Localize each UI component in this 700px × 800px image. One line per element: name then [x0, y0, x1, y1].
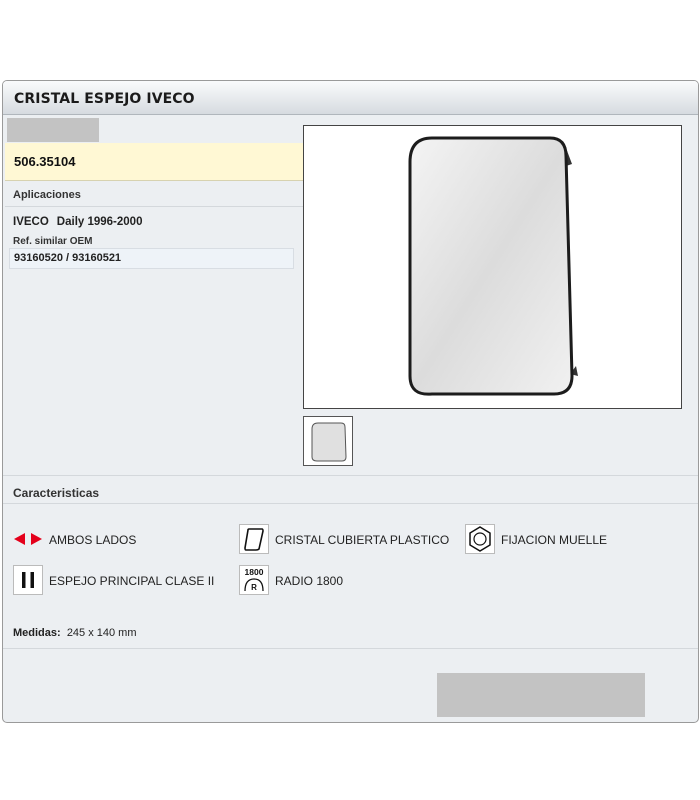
oem-label: Ref. similar OEM [13, 236, 93, 247]
page-title: CRISTAL ESPEJO IVECO [14, 91, 195, 107]
reference-code: 506.35104 [14, 154, 76, 169]
hex-spring-fixing-icon [465, 524, 495, 554]
arrows-both-sides-icon [13, 524, 43, 554]
bottom-gray-placeholder[interactable] [437, 673, 645, 717]
product-panel: CRISTAL ESPEJO IVECO 506.35104 Aplicacio… [2, 80, 699, 723]
mirror-glass-image [408, 136, 578, 396]
measures-label: Medidas: [13, 627, 61, 639]
features-heading: Caracteristicas [13, 486, 100, 500]
title-bar: CRISTAL ESPEJO IVECO [3, 81, 698, 115]
reference-bar: 506.35104 [5, 143, 303, 181]
thumbnail-image [311, 422, 347, 462]
divider [3, 503, 698, 504]
divider [5, 206, 303, 207]
divider [3, 475, 698, 476]
feature-label: RADIO 1800 [275, 574, 344, 588]
oem-refs: 93160520 / 93160521 [14, 252, 122, 264]
measures-line: Medidas: 245 x 140 mm [13, 627, 137, 639]
oem-refs-box: 93160520 / 93160521 [9, 248, 294, 269]
radius-icon-letter: R [251, 583, 257, 592]
application-model: Daily 1996-2000 [56, 216, 143, 228]
applications-heading: Aplicaciones [13, 189, 81, 201]
product-image[interactable] [303, 125, 682, 409]
measures-value: 245 x 140 mm [66, 627, 137, 639]
feature-label: FIJACION MUELLE [501, 533, 608, 547]
gray-tab-placeholder[interactable] [7, 118, 99, 142]
glass-plastic-cover-icon [239, 524, 269, 554]
class-ii-icon [13, 565, 43, 595]
feature-label: ESPEJO PRINCIPAL CLASE II [49, 574, 215, 588]
divider [3, 648, 698, 649]
application-line: IVECO Daily 1996-2000 [13, 216, 142, 228]
radius-1800-icon: 1800 R [239, 565, 269, 595]
product-thumbnail[interactable] [303, 416, 353, 466]
feature-label: AMBOS LADOS [49, 533, 137, 547]
radius-icon-number: 1800 [245, 567, 264, 577]
application-brand: IVECO [13, 216, 49, 228]
feature-label: CRISTAL CUBIERTA PLASTICO [275, 533, 450, 547]
